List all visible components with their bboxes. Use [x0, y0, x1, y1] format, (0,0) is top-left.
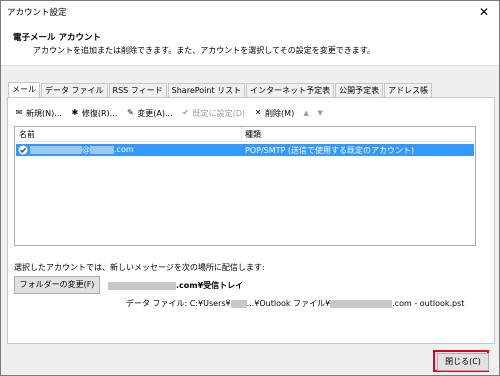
table-row[interactable]: @ .com POP/SMTP (送信で使用する既定のアカウント) [16, 144, 474, 156]
check-circle-icon: ✔ [182, 108, 189, 117]
new-button-label: 新規(N)... [26, 108, 62, 118]
data-file-path: データ ファイル: C:¥Users¥ ...¥Outlook ファイル¥ .com… [126, 298, 464, 309]
tab-published-calendars[interactable]: 公開予定表 [335, 83, 384, 97]
tab-rss-feeds[interactable]: RSS フィード [108, 83, 167, 97]
header-title: 電子メール アカウント [13, 33, 101, 43]
close-icon[interactable]: ✕ [475, 3, 493, 21]
set-default-label: 既定に設定(D) [192, 108, 246, 118]
account-name-domain: .com [114, 145, 134, 154]
redacted-text [230, 299, 247, 308]
data-file-label: データ ファイル: C:¥Users¥ [126, 299, 231, 308]
delivery-message: 選択したアカウントでは、新しいメッセージを次の場所に配信します: [14, 263, 265, 272]
move-up-icon[interactable]: ▲ [302, 109, 310, 117]
data-file-mid: ...¥Outlook ファイル¥ [246, 299, 331, 308]
redacted-text [90, 145, 114, 154]
redacted-text [330, 299, 393, 308]
folder-path-suffix: .com¥受信トレイ [176, 281, 244, 290]
remove-button[interactable]: ✕ 削除(M) [253, 108, 295, 119]
delivery-folder-path: .com¥受信トレイ [108, 280, 243, 291]
default-account-check-icon [18, 145, 28, 155]
new-mail-icon: ✉ [15, 108, 23, 117]
repair-button-label: 修復(R)... [81, 108, 118, 118]
account-settings-window: アカウント設定 ✕ 電子メール アカウント アカウントを追加または削除できます。… [0, 0, 500, 376]
header: 電子メール アカウント アカウントを追加または削除できます。また、アカウントを選… [1, 23, 499, 66]
mail-tab-panel: ✉ 新規(N)... ✱ 修復(R)... ✎ 変更(A)... ✔ 既定に設定… [7, 97, 495, 344]
tab-internet-calendars[interactable]: インターネット予定表 [246, 83, 335, 97]
tab-mail[interactable]: メール [8, 82, 40, 97]
remove-icon: ✕ [254, 108, 262, 117]
close-button[interactable]: 閉じる(C) [437, 353, 489, 371]
change-button-label: 変更(A)... [137, 108, 173, 118]
change-icon: ✎ [126, 108, 134, 117]
redacted-text [30, 145, 82, 154]
title-bar: アカウント設定 ✕ [1, 1, 499, 23]
set-default-button[interactable]: ✔ 既定に設定(D) [181, 108, 245, 119]
toolbar: ✉ 新規(N)... ✱ 修復(R)... ✎ 変更(A)... ✔ 既定に設定… [14, 106, 330, 120]
resize-grip-icon[interactable]: ⋰ [491, 366, 497, 373]
redacted-text [108, 281, 176, 290]
change-button[interactable]: ✎ 変更(A)... [125, 108, 173, 119]
repair-button[interactable]: ✱ 修復(R)... [70, 108, 118, 119]
header-description: アカウントを追加または削除できます。また、アカウントを選択してその設定を変更でき… [33, 46, 375, 55]
account-list: 名前 種類 @ .com POP/SMTP (送信で使用する既定のアカウント) [14, 126, 476, 246]
column-name[interactable]: 名前 [19, 129, 35, 140]
change-folder-button[interactable]: フォルダーの変更(F) [14, 276, 100, 294]
tab-sharepoint-lists[interactable]: SharePoint リスト [167, 83, 246, 97]
tab-data-files[interactable]: データ ファイル [41, 83, 108, 97]
account-type: POP/SMTP (送信で使用する既定のアカウント) [245, 146, 415, 155]
new-button[interactable]: ✉ 新規(N)... [14, 108, 62, 119]
list-header: 名前 種類 [15, 127, 475, 142]
data-file-end: .com - outlook.pst [392, 299, 465, 308]
account-name: @ .com [30, 145, 134, 154]
move-down-icon[interactable]: ▼ [316, 109, 324, 117]
tab-strip: メール データ ファイル RSS フィード SharePoint リスト インタ… [8, 82, 433, 97]
remove-button-label: 削除(M) [265, 108, 295, 118]
column-divider [241, 127, 242, 141]
tab-address-books[interactable]: アドレス帳 [384, 83, 433, 97]
window-title: アカウント設定 [7, 8, 67, 18]
account-name-at: @ [82, 145, 90, 154]
column-type[interactable]: 種類 [245, 129, 261, 140]
repair-icon: ✱ [71, 108, 79, 117]
